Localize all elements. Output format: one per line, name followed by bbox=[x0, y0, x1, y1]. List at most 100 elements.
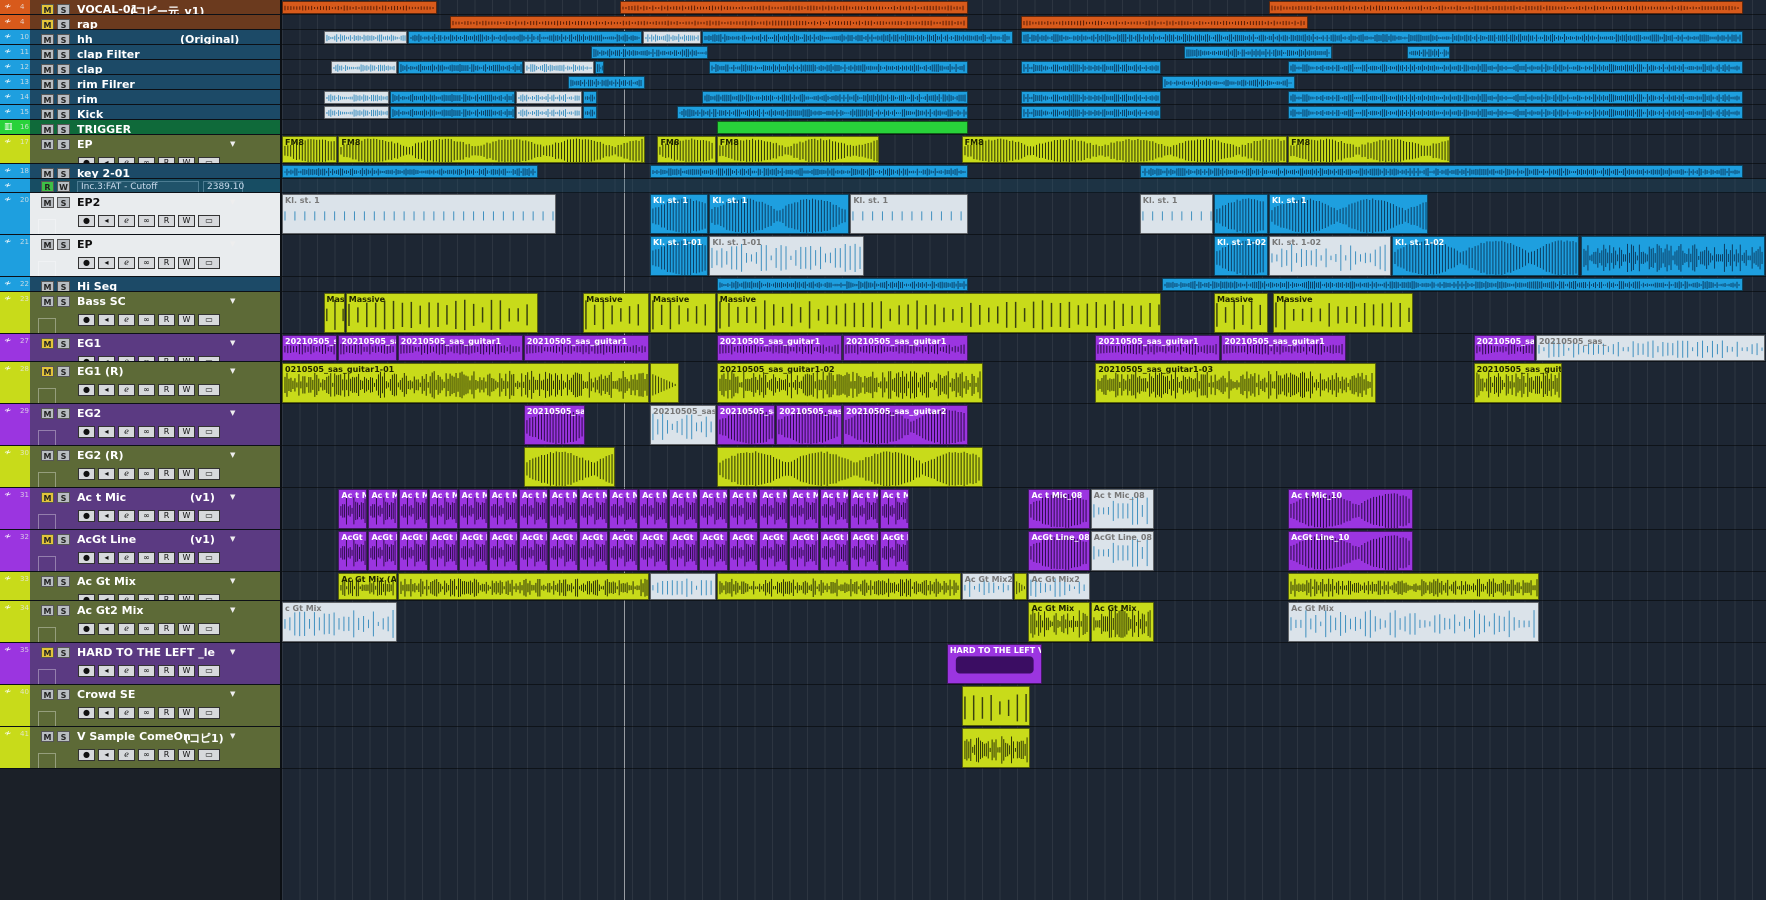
audio-event[interactable]: Ac t Mic bbox=[669, 489, 699, 529]
mute-button[interactable]: M bbox=[41, 534, 54, 545]
edit-button[interactable]: ℯ bbox=[118, 257, 135, 269]
solo-button[interactable]: S bbox=[57, 576, 70, 587]
audio-event[interactable]: AcGt Li bbox=[789, 531, 819, 571]
lanes-button[interactable]: ▭ bbox=[198, 257, 220, 269]
track-lane[interactable] bbox=[282, 0, 1766, 15]
audio-event[interactable]: AcGt Li bbox=[759, 531, 789, 571]
audio-event[interactable]: Massive bbox=[716, 293, 1161, 333]
track-header[interactable]: ≁ 11 M Sclap Filter bbox=[0, 45, 280, 60]
track-lane[interactable] bbox=[282, 277, 1766, 292]
solo-button[interactable]: S bbox=[57, 109, 70, 119]
track-lane[interactable] bbox=[282, 15, 1766, 30]
track-name[interactable]: Ac t Mic bbox=[77, 491, 126, 504]
record-enable-button[interactable]: ● bbox=[78, 215, 95, 227]
audio-event[interactable] bbox=[1406, 46, 1451, 59]
audio-event[interactable] bbox=[595, 61, 605, 74]
audio-event[interactable]: Massive bbox=[345, 293, 538, 333]
audio-event[interactable]: 20210505_sas bbox=[1473, 335, 1535, 361]
audio-event[interactable]: Ac Gt Mix bbox=[1288, 602, 1540, 642]
track-name[interactable]: AcGt Line bbox=[77, 533, 136, 546]
mute-button[interactable]: M bbox=[41, 450, 54, 461]
solo-button[interactable]: S bbox=[57, 94, 70, 104]
read-button[interactable]: R bbox=[158, 468, 175, 480]
audio-event[interactable]: AcGt Li bbox=[428, 531, 458, 571]
track-lane[interactable]: Kl. st. 1-01 Kl. st. 1-01 Kl. st. 1-02 Kl. … bbox=[282, 235, 1766, 277]
audio-event[interactable]: Kl. st. 1 bbox=[1139, 194, 1213, 234]
link-button[interactable]: ∞ bbox=[138, 749, 155, 761]
mute-button[interactable]: M bbox=[41, 408, 54, 419]
link-button[interactable]: ∞ bbox=[138, 257, 155, 269]
track-header[interactable]: ≁ 27 M S EG1 ▼ ● ◂ ℯ ∞ R W ▭ bbox=[0, 334, 280, 362]
audio-event[interactable]: FM8 bbox=[961, 136, 1288, 163]
read-button[interactable]: R bbox=[158, 623, 175, 635]
mute-button[interactable]: M bbox=[41, 109, 54, 119]
write-button[interactable]: W bbox=[178, 468, 195, 480]
solo-button[interactable]: S bbox=[57, 492, 70, 503]
mute-button[interactable]: M bbox=[41, 576, 54, 587]
track-header[interactable]: ≁ 31 M S Ac t Mic (v1) ▼ ● ◂ ℯ ∞ R W ▭ bbox=[0, 488, 280, 530]
track-header[interactable]: ≁ R W Inc.3:FAT - Cutoff 2389.10 bbox=[0, 179, 280, 193]
mute-button[interactable]: M bbox=[41, 647, 54, 658]
audio-event[interactable]: Ac t Mic bbox=[759, 489, 789, 529]
audio-event[interactable] bbox=[961, 728, 1031, 768]
record-enable-button[interactable]: ● bbox=[78, 314, 95, 326]
audio-event[interactable]: 20210505_sas_ bbox=[1535, 335, 1765, 361]
solo-button[interactable]: S bbox=[57, 34, 70, 44]
audio-event[interactable]: Ac Gt Mix bbox=[1090, 602, 1154, 642]
mute-button[interactable]: M bbox=[41, 281, 54, 291]
monitor-button[interactable]: ◂ bbox=[98, 314, 115, 326]
mute-button[interactable]: M bbox=[41, 731, 54, 742]
track-menu-chevron-icon[interactable]: ▼ bbox=[230, 367, 235, 375]
track-name[interactable]: EG1 bbox=[77, 337, 101, 350]
track-header[interactable]: ≁ 21 M S EP ▼ ● ◂ ℯ ∞ R W ▭ bbox=[0, 235, 280, 277]
track-lane[interactable]: MassMassiveMassiveMassiveMassiveMassiveM… bbox=[282, 292, 1766, 334]
track-name[interactable]: key 2-01 bbox=[77, 167, 130, 178]
track-lane[interactable]: AcGt Li AcGt Li AcGt Li AcGt Li AcGt Li AcGt … bbox=[282, 530, 1766, 572]
track-menu-chevron-icon[interactable]: ▼ bbox=[230, 297, 235, 305]
audio-event[interactable]: Kl. st. 1 bbox=[1268, 194, 1429, 234]
audio-event[interactable]: 20210505_sas_guitar1 bbox=[1221, 335, 1347, 361]
solo-button[interactable]: S bbox=[57, 239, 70, 250]
audio-event[interactable]: Ac Gt Mix (Ac Gt bbox=[338, 573, 397, 600]
automation-value-field[interactable]: 2389.10 bbox=[203, 181, 244, 192]
audio-event[interactable]: AcGt Li bbox=[729, 531, 759, 571]
audio-event[interactable]: AcGt Line_08 bbox=[1028, 531, 1090, 571]
write-automation-button[interactable]: W bbox=[57, 181, 70, 192]
write-button[interactable]: W bbox=[178, 552, 195, 564]
solo-button[interactable]: S bbox=[57, 281, 70, 291]
audio-event[interactable]: 20210505_sas_g bbox=[338, 335, 397, 361]
track-lane[interactable]: 0210505_sas_guitar1-01 20210505_sas_guita… bbox=[282, 362, 1766, 404]
audio-event[interactable] bbox=[676, 106, 969, 119]
track-name[interactable]: V Sample ComeOn bbox=[77, 730, 191, 743]
read-button[interactable]: R bbox=[158, 707, 175, 719]
audio-event[interactable]: Ac t Mic bbox=[428, 489, 458, 529]
monitor-button[interactable]: ◂ bbox=[98, 257, 115, 269]
track-name[interactable]: clap bbox=[77, 63, 103, 74]
solo-button[interactable]: S bbox=[57, 49, 70, 59]
audio-event[interactable] bbox=[282, 165, 538, 178]
track-lane[interactable]: Ac t Mic Ac t Mic Ac t Mic Ac t Mic Ac t Mic… bbox=[282, 488, 1766, 530]
track-name[interactable]: Ac Gt2 Mix bbox=[77, 604, 143, 617]
monitor-button[interactable]: ◂ bbox=[98, 665, 115, 677]
audio-event[interactable]: AcGt Li bbox=[578, 531, 609, 571]
track-header[interactable]: ≁ 29 M S EG2 ▼ ● ◂ ℯ ∞ R W ▭ bbox=[0, 404, 280, 446]
audio-event[interactable] bbox=[583, 106, 598, 119]
audio-event[interactable]: Ac Gt Mix2 bbox=[961, 573, 1013, 600]
solo-button[interactable]: S bbox=[57, 79, 70, 89]
track-lane[interactable] bbox=[282, 164, 1766, 179]
solo-button[interactable]: S bbox=[57, 408, 70, 419]
track-name[interactable]: Hi Seq bbox=[77, 280, 117, 291]
audio-event[interactable]: 20210505_sas_guitar1 bbox=[1095, 335, 1221, 361]
track-name[interactable]: EP bbox=[77, 238, 93, 251]
track-menu-chevron-icon[interactable]: ▼ bbox=[230, 648, 235, 656]
audio-event[interactable] bbox=[1288, 106, 1743, 119]
track-menu-chevron-icon[interactable]: ▼ bbox=[230, 240, 235, 248]
lanes-button[interactable]: ▭ bbox=[198, 749, 220, 761]
audio-event[interactable]: FM8 bbox=[338, 136, 645, 163]
lanes-button[interactable]: ▭ bbox=[198, 552, 220, 564]
audio-event[interactable]: Kl. st. 1 bbox=[282, 194, 556, 234]
mute-button[interactable]: M bbox=[41, 338, 54, 349]
track-name[interactable]: Crowd SE bbox=[77, 688, 135, 701]
mute-button[interactable]: M bbox=[41, 124, 54, 134]
audio-event[interactable]: Ac t Mic bbox=[398, 489, 428, 529]
